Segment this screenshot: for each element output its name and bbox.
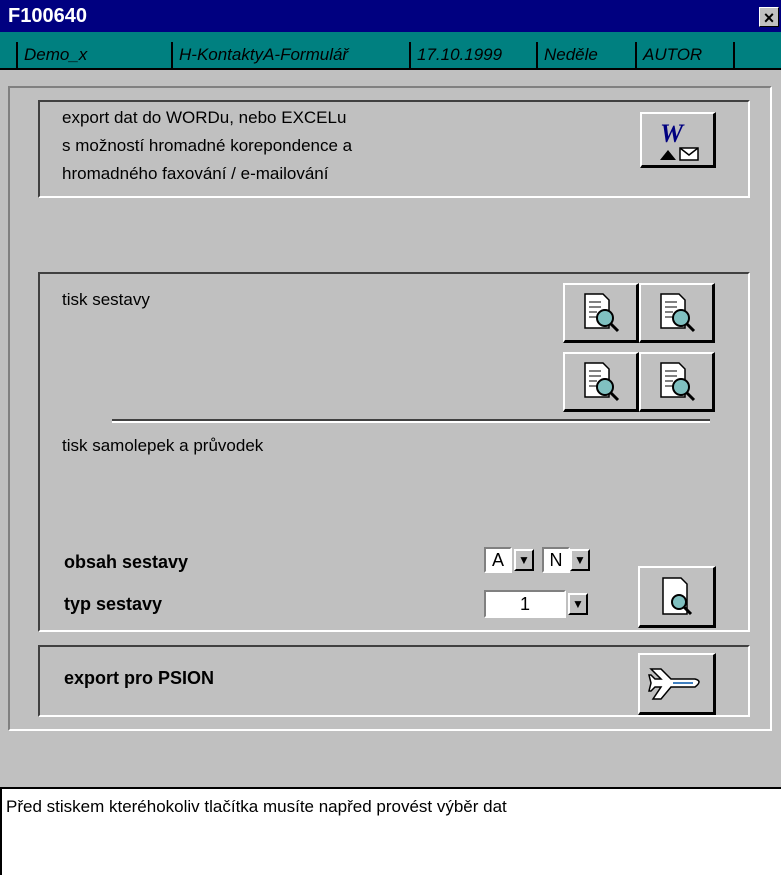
print-report-button[interactable] (638, 566, 716, 628)
export-word-button[interactable]: W (640, 112, 716, 168)
print-preview-icon (659, 361, 695, 401)
type-dropdown[interactable]: ▼ (568, 593, 588, 615)
info-day: Neděle (536, 42, 635, 68)
status-box: Před stiskem kteréhokoliv tlačítka musít… (0, 787, 781, 875)
export-psion-button[interactable] (638, 653, 716, 715)
type-select[interactable]: 1 (484, 590, 566, 618)
window-title: F100640 (8, 5, 87, 27)
content-dropdown-a[interactable]: ▼ (514, 549, 534, 571)
content-label: obsah sestavy (64, 552, 189, 572)
content-dropdown-n[interactable]: ▼ (570, 549, 590, 571)
close-button[interactable]: × (759, 7, 779, 28)
print-report-label: tisk sestavy (62, 290, 150, 309)
info-database: Demo_x (16, 42, 171, 68)
print-preview-button-3[interactable] (563, 352, 639, 412)
info-user: AUTOR (635, 42, 735, 68)
word-mail-icon: W (659, 119, 699, 161)
print-preview-button-4[interactable] (639, 352, 715, 412)
print-preview-button-1[interactable] (563, 283, 639, 343)
dropdown-arrow-icon: ▼ (518, 553, 530, 567)
print-preview-icon (583, 292, 619, 332)
dropdown-arrow-icon: ▼ (572, 597, 584, 611)
type-label: typ sestavy (64, 594, 163, 614)
status-message: Před stiskem kteréhokoliv tlačítka musít… (6, 797, 507, 816)
psion-label: export pro PSION (64, 668, 215, 688)
dropdown-arrow-icon: ▼ (574, 553, 586, 567)
export-word-line-2: s možností hromadné korepondence a (62, 136, 353, 155)
info-form: H-KontaktyA-Formulář (171, 42, 409, 68)
print-preview-icon (659, 292, 695, 332)
svg-text:W: W (660, 119, 685, 148)
document-preview-icon (661, 576, 692, 615)
export-word-line-3: hromadného faxování / e-mailování (62, 164, 329, 183)
print-preview-icon (583, 361, 619, 401)
content-select-n[interactable]: N (542, 547, 570, 573)
print-labels-label: tisk samolepek a průvodek (62, 436, 264, 455)
content-select-a[interactable]: A (484, 547, 512, 573)
print-preview-button-2[interactable] (639, 283, 715, 343)
section-divider (112, 419, 710, 423)
title-bar (0, 0, 781, 32)
export-word-line-1: export dat do WORDu, nebo EXCELu (62, 108, 347, 127)
airplane-icon (647, 667, 700, 700)
info-date: 17.10.1999 (409, 42, 536, 68)
